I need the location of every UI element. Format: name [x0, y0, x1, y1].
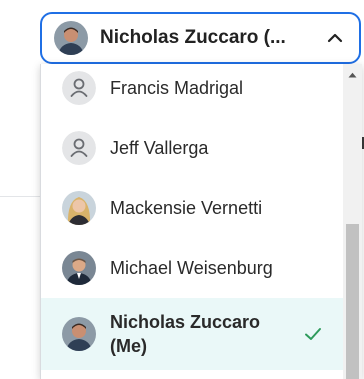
checkmark-icon [303, 324, 323, 344]
list-item[interactable]: Jeff Vallerga [41, 118, 343, 178]
list-item[interactable]: Michael Weisenburg [41, 238, 343, 298]
selected-user-name: Nicholas Zuccaro (... [100, 27, 286, 48]
user-name: Michael Weisenburg [110, 257, 273, 278]
user-name: Jeff Vallerga [110, 137, 209, 158]
user-placeholder-icon [62, 71, 96, 105]
user-name: Mackensie Vernetti [110, 197, 263, 218]
user-name: Francis Madrigal [110, 77, 244, 98]
scroll-up-arrow-icon[interactable] [343, 68, 362, 82]
user-selector[interactable]: Nicholas Zuccaro (... [40, 12, 361, 64]
app-stage: Nicholas Zuccaro (... Francis Madrigal J… [0, 0, 364, 379]
user-dropdown: Francis Madrigal Jeff Vallerga Mackensie… [40, 64, 362, 379]
list-item[interactable]: Francis Madrigal [41, 64, 343, 118]
user-placeholder-icon [62, 131, 96, 165]
background-divider [0, 196, 40, 197]
user-avatar [62, 251, 96, 285]
list-item-selected[interactable]: Nicholas Zuccaro (Me) [41, 298, 343, 370]
dropdown-scrollbar[interactable] [343, 64, 362, 379]
user-avatar [62, 191, 96, 225]
user-name: Nicholas Zuccaro (Me) [110, 312, 261, 356]
list-item[interactable]: Mackensie Vernetti [41, 178, 343, 238]
user-avatar [62, 317, 96, 351]
chevron-up-icon[interactable] [323, 26, 347, 50]
user-list: Francis Madrigal Jeff Vallerga Mackensie… [41, 64, 343, 379]
selected-user-avatar [54, 21, 88, 55]
scrollbar-thumb[interactable] [346, 224, 359, 379]
